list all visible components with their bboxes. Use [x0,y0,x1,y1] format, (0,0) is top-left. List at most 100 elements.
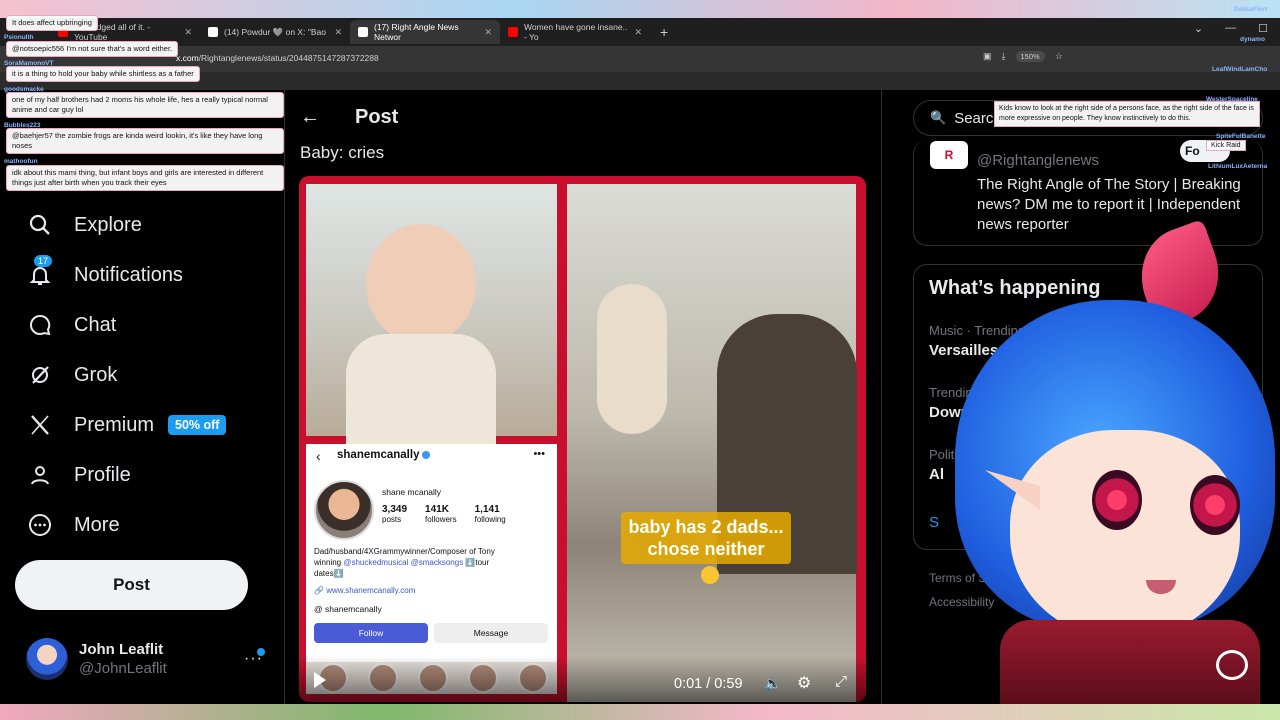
nav-grok[interactable]: Grok [24,355,264,395]
close-icon[interactable]: ✕ [634,27,642,38]
ig-stat-label: posts [382,515,402,524]
play-icon[interactable] [314,672,326,688]
ellipsis-icon: ••• [533,448,545,460]
search-icon [24,209,56,241]
grok-icon [24,359,56,391]
more-circle-icon [24,509,56,541]
screen: He dodged all of it. - YouTube ✕ (14) Po… [0,0,1280,720]
new-tab-button[interactable]: + [660,24,668,40]
nav-more[interactable]: More [24,505,264,545]
ig-follow-button: Follow [314,623,428,643]
nav-chat[interactable]: Chat [24,305,264,345]
close-icon[interactable]: ✕ [334,27,342,38]
url-field[interactable]: x.com/Rightanglenews/status/204487514728… [176,53,379,63]
ig-display-name: shane mcanally [382,487,442,497]
url-domain: x.com [176,53,199,63]
whats-happening-title: What’s happening [929,277,1101,299]
ig-username: shanemcanally [337,449,431,461]
vtuber-face [1010,430,1240,640]
x-logo-icon [208,27,218,37]
nav-label: Premium [74,413,155,436]
chat-username: WesterSpaceline [1206,96,1258,103]
chat-message: @baehjer57 the zombie frogs are kinda we… [6,128,284,154]
chat-message: idk about this mami thing, but infant bo… [6,165,284,191]
browser-tab-2[interactable]: (14) Powdur 🩶 on X: "Bao ✕ [200,20,350,44]
browser-tab-4[interactable]: Women have gone insane.. - Yo ✕ [500,20,650,44]
zoom-level[interactable]: 150% [1015,51,1045,62]
kick-raid-label: Kick Raid [1206,140,1246,151]
account-switcher[interactable]: John Leaflit @JohnLeaflit [26,638,167,680]
chat-bubble-icon[interactable] [1216,650,1248,680]
profile-bio: The Right Angle of The Story | Breaking … [977,176,1241,233]
close-icon[interactable]: ✕ [184,27,192,38]
chat-username: dynamo [1240,36,1265,43]
video-player[interactable]: ‹ shanemcanally ••• shane mcanally 3,349… [299,176,866,702]
notification-badge: 17 [34,255,53,267]
minimize-icon[interactable]: — [1225,22,1236,35]
baby-face [366,224,476,344]
profile-logo[interactable]: R [930,141,968,169]
close-icon[interactable]: ✕ [484,27,492,38]
trend-name[interactable]: Versailles [929,342,998,359]
browser-tab-bar: He dodged all of it. - YouTube ✕ (14) Po… [0,18,1280,46]
nav-premium[interactable]: Premium 50% off [24,405,264,445]
baby-body [346,334,496,444]
search-icon: 🔍 [930,110,947,125]
trend-meta: Politi [929,447,958,462]
verified-icon [422,450,431,459]
chat-username: DakkaFlert [1234,6,1268,13]
nav-profile[interactable]: Profile [24,455,264,495]
back-arrow-icon[interactable]: ← [300,106,320,129]
tab-search-icon[interactable]: ⌄ [1194,22,1203,35]
nav-label: Profile [74,463,131,486]
window-controls: ⌄ — ☐ [1194,22,1268,35]
laughing-emoji-icon [701,566,719,584]
chat-username: SpiteFulBanette [1216,133,1266,140]
gear-icon[interactable]: ⚙ [797,673,811,693]
ig-threads-text: shanemcanally [325,604,382,614]
ig-bio-text: winning [314,558,344,567]
ig-bio-line: dates⬇️ [314,569,344,578]
download-icon[interactable]: ⤓ [1002,51,1006,62]
baby-figure [597,284,667,434]
maximize-icon[interactable]: ☐ [1258,22,1268,35]
trend-name[interactable]: Al [929,466,944,483]
post-button[interactable]: Post [15,560,248,610]
chat-username: mathoofun [4,158,38,165]
nav-notifications[interactable]: 17 Notifications [24,255,264,295]
show-more-link[interactable]: S [929,514,939,531]
video-caption: baby has 2 dads... chose neither [621,512,791,564]
fullscreen-icon[interactable]: ⤢ [835,673,847,690]
nav-explore[interactable]: Explore [24,205,264,245]
url-path: /Rightanglenews/status/20448751472873722… [198,53,379,63]
volume-icon[interactable]: 🔈 [764,675,781,692]
chat-username: LeafWindLamCho [1212,66,1268,73]
chat-username: Psionulth [4,34,34,41]
ig-threads: @ shanemcanally [314,604,382,614]
ig-website-text: www.shanemcanally.com [326,586,416,595]
instagram-profile-card: ‹ shanemcanally ••• shane mcanally 3,349… [306,444,557,662]
chat-message: @notsoepic556 I'm not sure that's a word… [6,41,179,57]
tab-title: Women have gone insane.. - Yo [524,22,628,42]
video-time: 0:01 / 0:59 [674,676,743,692]
post-text: Baby: cries [300,143,385,162]
picture-in-picture-icon[interactable]: ▣ [983,51,992,62]
stream-frame-top [0,0,1280,18]
ig-stat-following: 1,141 following [475,504,506,524]
bookmark-star-icon[interactable]: ☆ [1055,51,1063,62]
ig-bio-line: Dad/husband/4XGrammywinner/Composer of T… [314,547,495,556]
address-bar-icons: ▣ ⤓ 150% ☆ [983,51,1063,62]
bell-icon: 17 [24,255,56,291]
chat-message: It does affect upbringing [6,15,98,31]
ig-stats: 3,349 posts 141K followers 1,141 following [382,504,506,524]
profile-handle[interactable]: @Rightanglenews [977,152,1099,169]
premium-discount-badge: 50% off [168,415,227,435]
unread-dot [257,648,265,656]
footer-link[interactable]: Accessibility [929,595,994,609]
browser-tab-3[interactable]: (17) Right Angle News Networ ✕ [350,20,500,44]
account-name: John Leaflit [79,641,164,658]
chat-bubble-icon [24,309,56,341]
avatar [26,638,68,680]
ig-stat-followers: 141K followers [425,504,457,524]
account-names: John Leaflit @JohnLeaflit [79,641,167,677]
